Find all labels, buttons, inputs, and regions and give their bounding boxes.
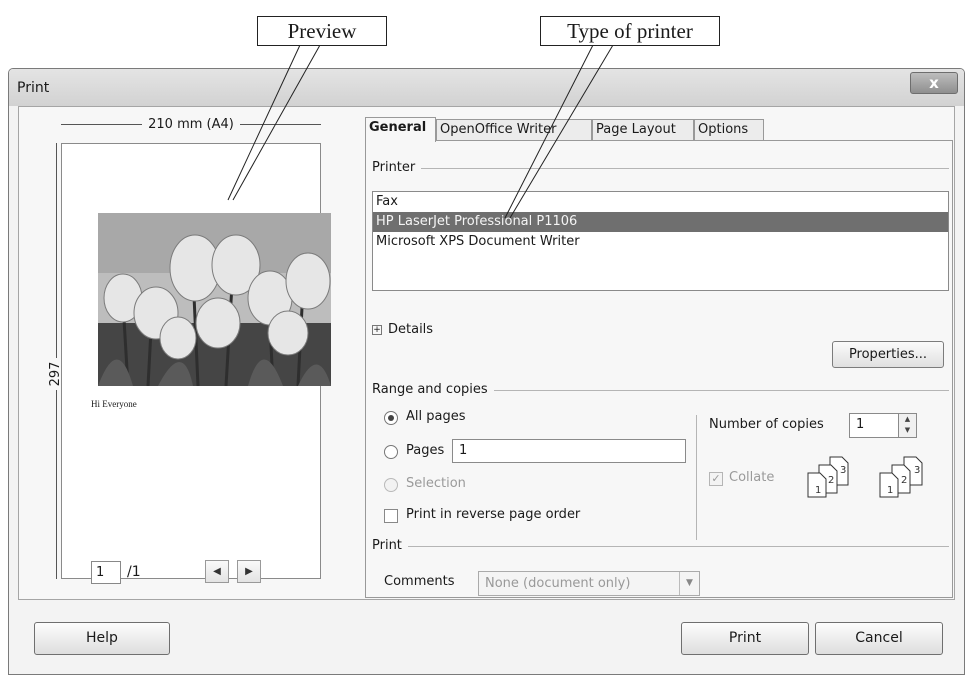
- reverse-order-label: Print in reverse page order: [406, 507, 581, 522]
- comments-select[interactable]: None (document only) ▼: [478, 571, 700, 596]
- plus-icon: +: [372, 325, 382, 335]
- dialog-title: Print: [17, 80, 50, 96]
- comments-value: None (document only): [485, 576, 631, 591]
- printer-item-hp-laserjet[interactable]: HP LaserJet Professional P1106: [373, 212, 948, 232]
- svg-text:1: 1: [815, 485, 821, 496]
- all-pages-radio[interactable]: [384, 411, 398, 425]
- printer-list[interactable]: Fax HP LaserJet Professional P1106 Micro…: [372, 191, 949, 291]
- chevron-down-icon: ▼: [679, 572, 699, 595]
- printer-group-label: Printer: [372, 160, 422, 175]
- help-button[interactable]: Help: [34, 622, 170, 655]
- tulip-photo: [98, 213, 331, 386]
- details-label: Details: [388, 322, 434, 337]
- page-width-dimension: 210 mm (A4): [61, 117, 321, 132]
- current-page-input[interactable]: 1: [91, 561, 121, 584]
- collate-checkbox[interactable]: ✓: [709, 472, 723, 486]
- svg-text:3: 3: [840, 465, 846, 476]
- pages-label: Pages: [406, 443, 445, 458]
- previous-page-button[interactable]: ◀: [205, 560, 229, 583]
- copies-input[interactable]: 1: [849, 413, 899, 438]
- details-expander[interactable]: + Details: [372, 322, 433, 337]
- svg-text:3: 3: [914, 465, 920, 476]
- total-pages: /1: [127, 564, 141, 580]
- print-button[interactable]: Print: [681, 622, 809, 655]
- tab-openoffice-writer[interactable]: OpenOffice Writer: [436, 119, 592, 141]
- range-copies-separator: [696, 415, 697, 540]
- callout-preview: Preview: [257, 16, 387, 46]
- copies-spinner[interactable]: ▲ ▼: [898, 413, 917, 438]
- comments-label: Comments: [384, 574, 455, 589]
- range-group-label: Range and copies: [372, 382, 494, 397]
- svg-text:1: 1: [887, 485, 893, 496]
- pages-input[interactable]: 1: [452, 439, 686, 463]
- spin-down-icon: ▼: [904, 426, 911, 434]
- next-page-button[interactable]: ▶: [237, 560, 261, 583]
- properties-button[interactable]: Properties...: [832, 341, 944, 368]
- page-preview: Hi Everyone: [61, 143, 331, 579]
- svg-text:2: 2: [901, 475, 907, 486]
- printer-item-microsoft-xps[interactable]: Microsoft XPS Document Writer: [373, 232, 948, 252]
- preview-area: 210 mm (A4) 297 mm: [19, 107, 355, 601]
- pages-radio[interactable]: [384, 445, 398, 459]
- page-caption: Hi Everyone: [91, 399, 137, 409]
- print-group-label: Print: [372, 538, 408, 553]
- spin-up-icon: ▲: [904, 415, 911, 423]
- printer-item-fax[interactable]: Fax: [373, 192, 948, 212]
- close-button[interactable]: x: [910, 72, 958, 94]
- close-icon: x: [929, 74, 939, 92]
- print-dialog: Print x 210 mm (A4) 297 mm: [8, 68, 965, 675]
- print-group-line: [372, 546, 949, 547]
- tab-general[interactable]: General: [365, 117, 436, 142]
- reverse-order-checkbox[interactable]: [384, 509, 398, 523]
- collate-label: Collate: [729, 470, 775, 485]
- selection-radio[interactable]: [384, 478, 398, 492]
- svg-text:2: 2: [828, 475, 834, 486]
- triangle-left-icon: ◀: [213, 566, 221, 577]
- general-tab-panel: Printer Fax HP LaserJet Professional P11…: [365, 140, 953, 598]
- copies-label: Number of copies: [709, 417, 824, 432]
- cancel-button[interactable]: Cancel: [815, 622, 943, 655]
- tab-options[interactable]: Options: [694, 119, 764, 141]
- title-bar: Print x: [9, 69, 964, 106]
- selection-label: Selection: [406, 476, 466, 491]
- callout-printer-type: Type of printer: [540, 16, 720, 46]
- dialog-body: 210 mm (A4) 297 mm: [18, 106, 955, 600]
- tab-page-layout[interactable]: Page Layout: [592, 119, 694, 141]
- page-width-label: 210 mm (A4): [142, 117, 240, 132]
- all-pages-label: All pages: [406, 409, 466, 424]
- collate-pages-icon-2: 3 2 1: [879, 456, 923, 498]
- printer-group-line: [372, 168, 949, 169]
- collate-pages-icon: 3 2 1: [807, 456, 849, 498]
- triangle-right-icon: ▶: [245, 566, 253, 577]
